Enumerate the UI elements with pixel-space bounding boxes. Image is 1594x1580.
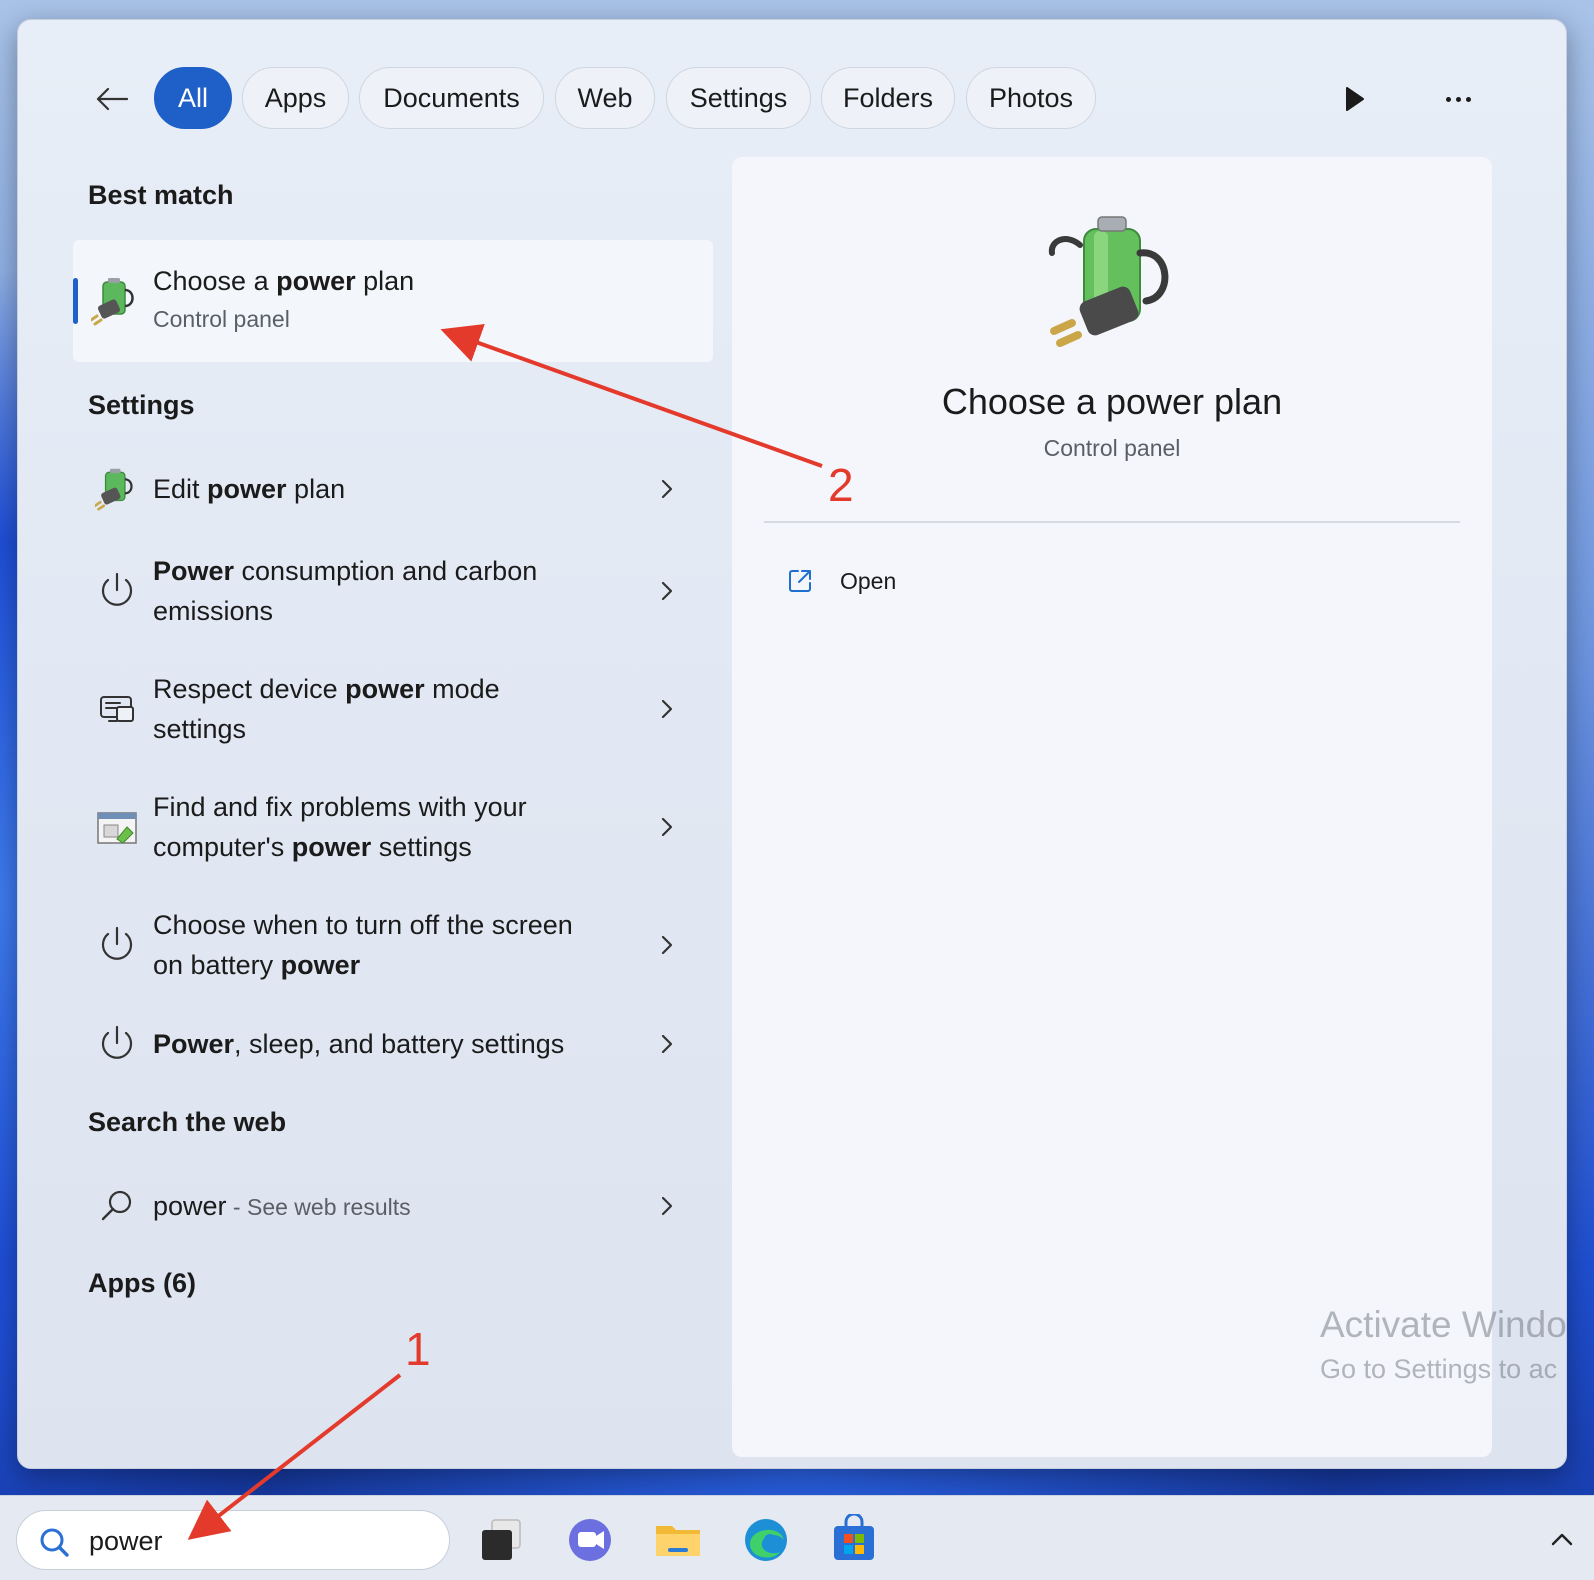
settings-heading: Settings [88, 390, 195, 420]
settings-result-screen-off-battery[interactable]: Choose when to turn off the screen on ba… [73, 900, 713, 990]
edge-icon[interactable] [740, 1514, 792, 1566]
settings-result-troubleshoot-power[interactable]: Find and fix problems with your computer… [73, 782, 713, 872]
back-button[interactable] [90, 77, 134, 121]
best-match-subtitle: Control panel [153, 306, 290, 332]
chevron-up-icon[interactable] [1548, 1526, 1576, 1554]
filter-apps[interactable]: Apps [242, 67, 349, 129]
play-button[interactable] [1336, 81, 1372, 117]
teams-chat-icon[interactable] [564, 1514, 616, 1566]
filter-all[interactable]: All [154, 67, 232, 129]
filter-documents[interactable]: Documents [359, 67, 544, 129]
annotation-label-1: 1 [405, 1323, 431, 1375]
web-search-label: power - See web results [153, 1191, 411, 1221]
activation-watermark: Activate Windo Go to Settings to ac [1320, 1304, 1567, 1384]
chevron-right-icon [661, 1196, 673, 1216]
settings-result-label: Respect device power mode settings [153, 674, 500, 744]
selection-indicator [73, 278, 78, 324]
settings-result-label: Power, sleep, and battery settings [153, 1029, 565, 1059]
chevron-right-icon [661, 935, 673, 955]
power-icon [101, 926, 133, 960]
annotation-label-2: 2 [828, 459, 854, 511]
power-icon [101, 1025, 133, 1059]
preview-title: Choose a power plan [941, 381, 1283, 422]
battery-plug-icon [91, 278, 134, 326]
preview-pane: Choose a power plan Control panel Open [732, 157, 1492, 1457]
task-view-icon[interactable] [476, 1514, 528, 1566]
filter-photos[interactable]: Photos [966, 67, 1096, 129]
open-label: Open [840, 567, 897, 594]
power-icon [101, 572, 133, 606]
apps-heading[interactable]: Apps (6) [88, 1268, 196, 1299]
battery-plug-icon [95, 468, 133, 511]
play-icon [1346, 87, 1364, 111]
best-match-result[interactable]: Choose a power plan Control panel [73, 240, 713, 362]
search-web-heading: Search the web [88, 1107, 287, 1137]
search-flyout: All Apps Documents Web Settings Folders … [17, 19, 1567, 1469]
chevron-right-icon [661, 581, 673, 601]
settings-result-label: Find and fix problems with your computer… [153, 792, 527, 862]
settings-result-edit-power-plan[interactable]: Edit power plan [73, 458, 713, 520]
best-match-title: Choose a power plan [153, 266, 415, 296]
device-settings-icon [100, 696, 134, 722]
troubleshoot-icon [97, 812, 137, 844]
chevron-right-icon [661, 1034, 673, 1054]
settings-result-power-consumption[interactable]: Power consumption and carbon emissions [73, 546, 713, 636]
filter-folders[interactable]: Folders [821, 67, 955, 129]
chevron-right-icon [661, 479, 673, 499]
open-action[interactable]: Open [786, 561, 896, 601]
search-icon [101, 1190, 132, 1221]
filter-row: All Apps Documents Web Settings Folders … [18, 67, 1566, 129]
store-icon[interactable] [828, 1514, 880, 1566]
best-match-heading: Best match [88, 180, 234, 210]
more-horizontal-icon [1445, 96, 1451, 102]
preview-divider [764, 521, 1460, 523]
filter-settings[interactable]: Settings [666, 67, 811, 129]
more-options-button[interactable] [1438, 81, 1478, 117]
taskbar-search-input[interactable] [89, 1521, 419, 1561]
settings-result-respect-power-mode[interactable]: Respect device power mode settings [73, 664, 713, 754]
taskbar [0, 1495, 1594, 1580]
web-search-result[interactable]: power - See web results [73, 1175, 713, 1237]
settings-result-label: Edit power plan [153, 474, 346, 504]
taskbar-search-box[interactable] [16, 1510, 450, 1570]
settings-result-label: Power consumption and carbon emissions [153, 556, 538, 626]
arrow-left-icon [96, 87, 129, 111]
settings-result-power-sleep-battery[interactable]: Power, sleep, and battery settings [73, 1013, 713, 1075]
search-icon [40, 1528, 69, 1557]
settings-result-label: Choose when to turn off the screen on ba… [153, 910, 573, 980]
open-external-icon [789, 570, 811, 592]
chevron-right-icon [661, 699, 673, 719]
chevron-right-icon [661, 817, 673, 837]
battery-plug-icon [1048, 216, 1169, 347]
filter-web[interactable]: Web [555, 67, 655, 129]
file-explorer-icon[interactable] [652, 1514, 704, 1566]
